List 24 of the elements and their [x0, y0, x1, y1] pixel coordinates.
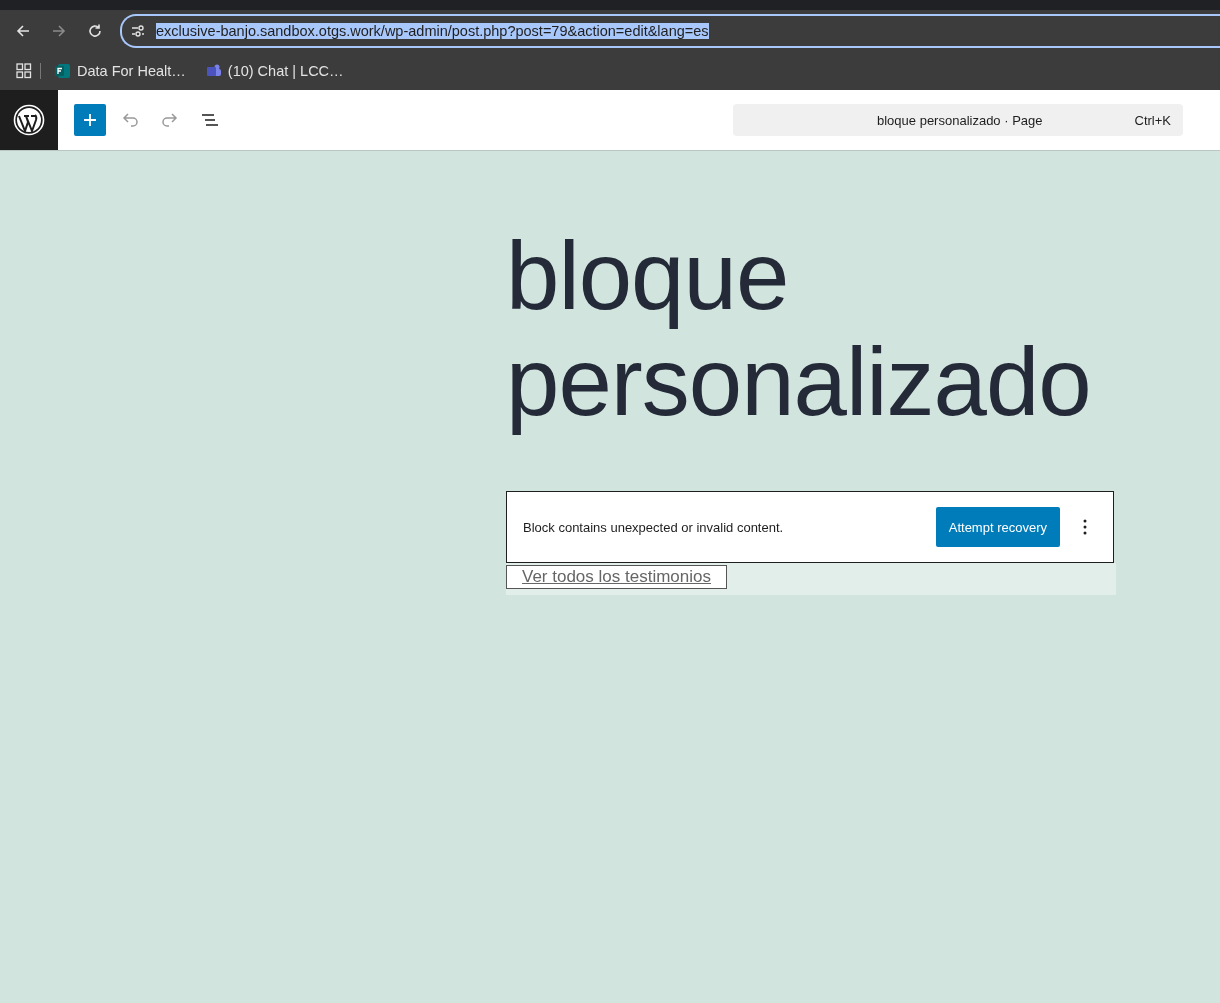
plus-icon: [82, 112, 98, 128]
forms-app-icon: [55, 63, 71, 79]
undo-icon: [120, 110, 140, 130]
keyboard-shortcut: Ctrl+K: [1134, 112, 1171, 128]
command-palette-button[interactable]: bloque personalizado · Page Ctrl+K: [733, 104, 1183, 136]
address-bar[interactable]: exclusive-banjo.sandbox.otgs.work/wp-admin/post.php?post=79&action=edit&lang=es: [120, 14, 1220, 48]
add-block-button[interactable]: [74, 104, 106, 136]
vertical-dots-icon: [1083, 519, 1087, 535]
document-title: bloque personalizado · Page: [876, 112, 1044, 128]
warning-message: Block contains unexpected or invalid content.: [523, 519, 785, 535]
forward-arrow-icon: [51, 23, 67, 39]
redo-icon: [160, 110, 180, 130]
attempt-recovery-button[interactable]: Attempt recovery: [935, 507, 1060, 547]
wordpress-logo-icon[interactable]: [13, 104, 45, 136]
apps-grid-icon[interactable]: [16, 63, 32, 79]
url-text: exclusive-banjo.sandbox.otgs.work/wp-admin/post.php?post=79&action=edit&lang=es: [156, 23, 709, 39]
back-arrow-icon: [15, 23, 31, 39]
reload-icon: [87, 23, 103, 39]
site-settings-icon[interactable]: [130, 23, 146, 39]
bookmark-link[interactable]: (10) Chat | LCC…: [199, 63, 350, 79]
bookmark-link[interactable]: Data For Healt…: [49, 63, 192, 79]
teams-app-icon: [205, 63, 222, 79]
testimonials-link[interactable]: Ver todos los testimonios: [506, 565, 727, 589]
page-title[interactable]: bloque personalizado: [506, 223, 1116, 435]
